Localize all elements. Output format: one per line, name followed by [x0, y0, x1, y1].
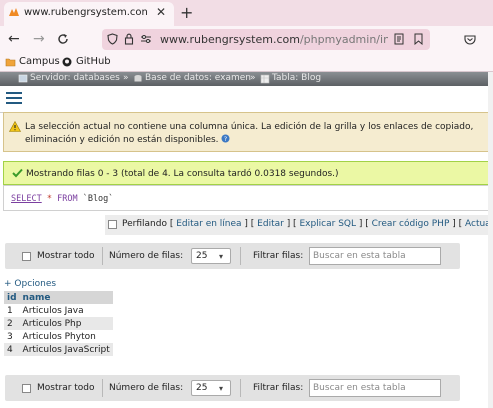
results-table: id name 1 Articulos Java 2 Articulos Php… [4, 291, 113, 356]
table-row: 4 Articulos JavaScript [4, 343, 113, 356]
query-actions: Perfilando [ Editar en línea ] [ Editar … [122, 219, 493, 229]
cell-id: 3 [4, 330, 20, 343]
url-host: www.rubengrsystem.com [160, 33, 300, 46]
filter-rows-placeholder: Buscar en esta tabla [313, 251, 406, 261]
sql-star: * [46, 194, 52, 204]
checkmark-icon [12, 168, 23, 178]
nav-divider [102, 247, 103, 265]
notice-message: La selección actual no contiene una colu… [25, 122, 474, 145]
reader-view-icon[interactable] [394, 33, 404, 45]
explain-sql-link[interactable]: Explicar SQL [299, 219, 356, 229]
reload-icon[interactable] [57, 33, 69, 45]
profiling-label: Perfilando [122, 219, 167, 229]
notice-text: La selección actual no contiene una colu… [25, 121, 487, 147]
show-all-checkbox[interactable] [22, 384, 31, 393]
sql-table-name: `Blog` [82, 194, 114, 204]
back-arrow-icon[interactable]: ← [8, 31, 20, 47]
chevron-down-icon: ▾ [219, 384, 224, 393]
bookmarks-toolbar [0, 54, 493, 72]
url-text: www.rubengrsystem.com/phpmyadmin/index.p… [160, 33, 388, 46]
table-row: 3 Articulos Phyton [4, 330, 113, 343]
sql-query[interactable]: SELECT * FROM `Blog` [11, 194, 113, 204]
table-icon [260, 74, 270, 84]
lock-icon[interactable] [124, 33, 134, 45]
help-icon[interactable]: ? [221, 134, 230, 143]
warning-icon [9, 121, 21, 132]
permissions-icon[interactable] [140, 34, 152, 44]
nav-divider [240, 247, 241, 265]
chevron-down-icon: ▾ [219, 252, 224, 261]
sql-keyword-from: FROM [57, 194, 78, 204]
show-all-checkbox[interactable] [22, 252, 31, 261]
breadcrumb-server[interactable]: Servidor: databases [30, 73, 120, 83]
cell-name: Articulos JavaScript [19, 343, 113, 356]
create-php-code-link[interactable]: Crear código PHP [372, 219, 450, 229]
tab-title: www.rubengrsystem.con [24, 7, 148, 18]
page-scrollbar[interactable] [488, 72, 493, 408]
nav-divider [102, 379, 103, 397]
breadcrumb-database[interactable]: Base de datos: examen [145, 73, 251, 83]
rows-count-label: Número de filas: [109, 251, 184, 261]
phpmyadmin-favicon-icon [9, 8, 19, 16]
nav-divider [240, 379, 241, 397]
filter-rows-label: Filtrar filas: [253, 251, 304, 261]
bookmark-star-icon[interactable] [413, 33, 424, 45]
folder-icon [5, 58, 16, 67]
rows-count-label: Número de filas: [109, 383, 184, 393]
table-row: 2 Articulos Php [4, 317, 113, 330]
edit-inline-link[interactable]: Editar en línea [176, 219, 241, 229]
close-tab-icon[interactable]: ✕ [156, 5, 166, 19]
url-path: /phpmyadmin/index.ph [299, 33, 388, 46]
column-header-name[interactable]: name [19, 291, 113, 304]
show-all-label: Mostrar todo [37, 251, 95, 261]
profiling-checkbox[interactable] [108, 220, 117, 229]
table-row: 1 Articulos Java [4, 304, 113, 317]
cell-name: Articulos Phyton [19, 330, 113, 343]
server-icon [18, 74, 28, 83]
cell-name: Articulos Java [19, 304, 113, 317]
database-icon [134, 75, 142, 82]
table-header-row: id name [4, 291, 113, 304]
new-tab-button[interactable]: + [180, 3, 193, 22]
bookmark-github[interactable]: GitHub [76, 56, 111, 67]
breadcrumb-separator: » [250, 73, 256, 83]
rows-count-value: 25 [196, 251, 208, 261]
bookmark-campus[interactable]: Campus [19, 56, 60, 67]
rows-count-value: 25 [196, 383, 208, 393]
breadcrumb-table[interactable]: Tabla: Blog [272, 73, 321, 83]
success-text: Mostrando filas 0 - 3 (total de 4. La co… [26, 169, 339, 179]
forward-arrow-icon[interactable]: → [33, 31, 45, 47]
show-all-label: Mostrar todo [37, 383, 95, 393]
breadcrumb-separator: » [123, 73, 129, 83]
top-menu-row [0, 86, 493, 113]
github-icon [62, 57, 72, 67]
svg-text:?: ? [224, 135, 227, 143]
cell-id: 4 [4, 343, 20, 356]
edit-link[interactable]: Editar [257, 219, 284, 229]
cell-id: 2 [4, 317, 20, 330]
filter-rows-label: Filtrar filas: [253, 383, 304, 393]
pocket-icon[interactable] [464, 34, 476, 45]
filter-rows-placeholder: Buscar en esta tabla [313, 383, 406, 393]
shield-icon[interactable] [107, 33, 118, 45]
sql-keyword-select[interactable]: SELECT [11, 194, 42, 204]
cell-name: Articulos Php [19, 317, 113, 330]
column-header-id[interactable]: id [4, 291, 20, 304]
cell-id: 1 [4, 304, 20, 317]
menu-icon[interactable] [6, 92, 22, 104]
options-link[interactable]: + Opciones [4, 279, 56, 289]
